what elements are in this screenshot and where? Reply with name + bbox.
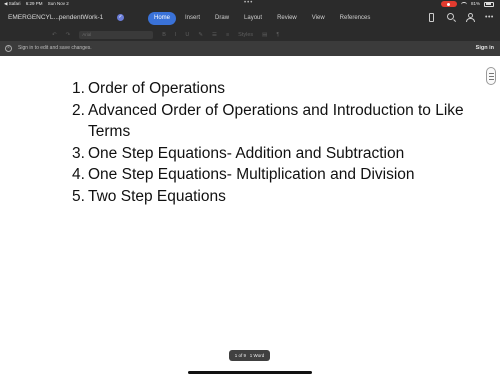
list-item: 1. Order of Operations [72,78,472,100]
ribbon-tabs: Home Insert Draw Layout Review View References [148,12,376,25]
status-time: 6:29 PM [25,1,43,6]
page-count-label: 1 of 9 [234,353,247,358]
title-bar: EMERGENCYL...pendentWork-1 ✓ Home Insert D… [0,8,500,29]
wifi-icon [460,1,467,7]
list-item: 4. One Step Equations- Multiplication and… [72,164,472,186]
close-icon[interactable]: × [5,45,12,52]
list-item-text: One Step Equations- Addition and Subtrac… [88,144,405,162]
screen-recording-icon[interactable] [440,1,457,7]
redo-icon[interactable]: ↷ [66,32,71,38]
battery-icon [484,1,494,7]
list-item-number: 3. [72,144,85,162]
document-title[interactable]: EMERGENCYL...pendentWork-1 [8,14,103,21]
more-options-icon[interactable]: ••• [485,13,494,22]
page-word-count: 1 of 9 1 Word [229,350,270,361]
banner-message: Sign in to edit and save changes. [18,45,92,51]
list-item-text: Order of Operations [88,80,225,97]
toolbar-items: ↶ ↷ Arial B I U ✎ ☰ ≡ Styles ▤ ¶ [52,31,279,39]
tab-layout[interactable]: Layout [238,12,268,25]
home-indicator[interactable] [188,371,312,374]
battery-percent: 81% [470,1,480,6]
status-left: ◀ Safari 6:29 PM Sun Nov 2 [4,0,73,8]
list-item-number: 1. [72,80,85,97]
tab-references[interactable]: References [334,12,377,25]
font-name-field[interactable]: Arial [79,31,154,39]
italic-button[interactable]: I [175,32,177,38]
mobile-view-icon[interactable] [429,13,434,22]
list-item-text: Two Step Equations [88,187,226,205]
tab-insert[interactable]: Insert [179,12,206,25]
list-item: 3. One Step Equations- Addition and Subtr… [72,143,472,165]
search-icon[interactable] [447,13,454,20]
list-item-number: 5. [72,187,85,205]
bold-button[interactable]: B [162,32,166,38]
sign-in-banner: × Sign in to edit and save changes. Sign… [0,41,500,56]
bullet-list-icon[interactable]: ☰ [212,32,217,38]
status-date: Sun Nov 2 [47,1,69,6]
ipad-screen: ◀ Safari 6:29 PM Sun Nov 2 ••• 81% EMERG… [0,0,500,375]
numbered-list: 1. Order of Operations 2. Advanced Order of… [72,78,472,207]
scroll-handle[interactable] [486,67,496,85]
checkmark-badge-icon[interactable]: ✓ [117,14,124,21]
formatting-toolbar: ↶ ↷ Arial B I U ✎ ☰ ≡ Styles ▤ ¶ [0,29,500,41]
status-bar: ◀ Safari 6:29 PM Sun Nov 2 ••• 81% [0,0,500,8]
undo-icon[interactable]: ↶ [52,32,57,38]
sign-in-button[interactable]: Sign in [476,45,494,52]
status-right: 81% [440,1,494,7]
paragraph-icon[interactable]: ¶ [276,32,279,38]
tab-draw[interactable]: Draw [209,12,235,25]
share-person-icon[interactable] [465,13,475,22]
styles-button[interactable]: Styles [238,32,253,38]
word-count-label: 1 Word [249,353,265,358]
back-to-app-link[interactable]: ◀ Safari [4,1,20,6]
highlight-icon[interactable]: ✎ [198,32,203,38]
tab-home[interactable]: Home [148,12,177,25]
title-bar-actions: ••• [427,13,494,22]
tab-review[interactable]: Review [271,12,303,25]
list-item: 2. Advanced Order of Operations and Intro… [72,100,472,143]
layout-icon[interactable]: ▤ [262,32,267,38]
tab-view[interactable]: View [306,12,331,25]
list-item: 5. Two Step Equations [72,186,472,208]
list-item-text: Advanced Order of Operations and Introdu… [88,101,464,141]
list-item-number: 4. [72,166,85,183]
document-page[interactable]: 1. Order of Operations 2. Advanced Order of… [0,56,500,375]
numbered-list-icon[interactable]: ≡ [226,32,229,38]
list-item-text: One Step Equations- Multiplication and D… [88,166,415,183]
underline-button[interactable]: U [185,32,189,38]
multitasking-dots-icon[interactable]: ••• [244,0,253,6]
list-item-number: 2. [72,101,85,119]
